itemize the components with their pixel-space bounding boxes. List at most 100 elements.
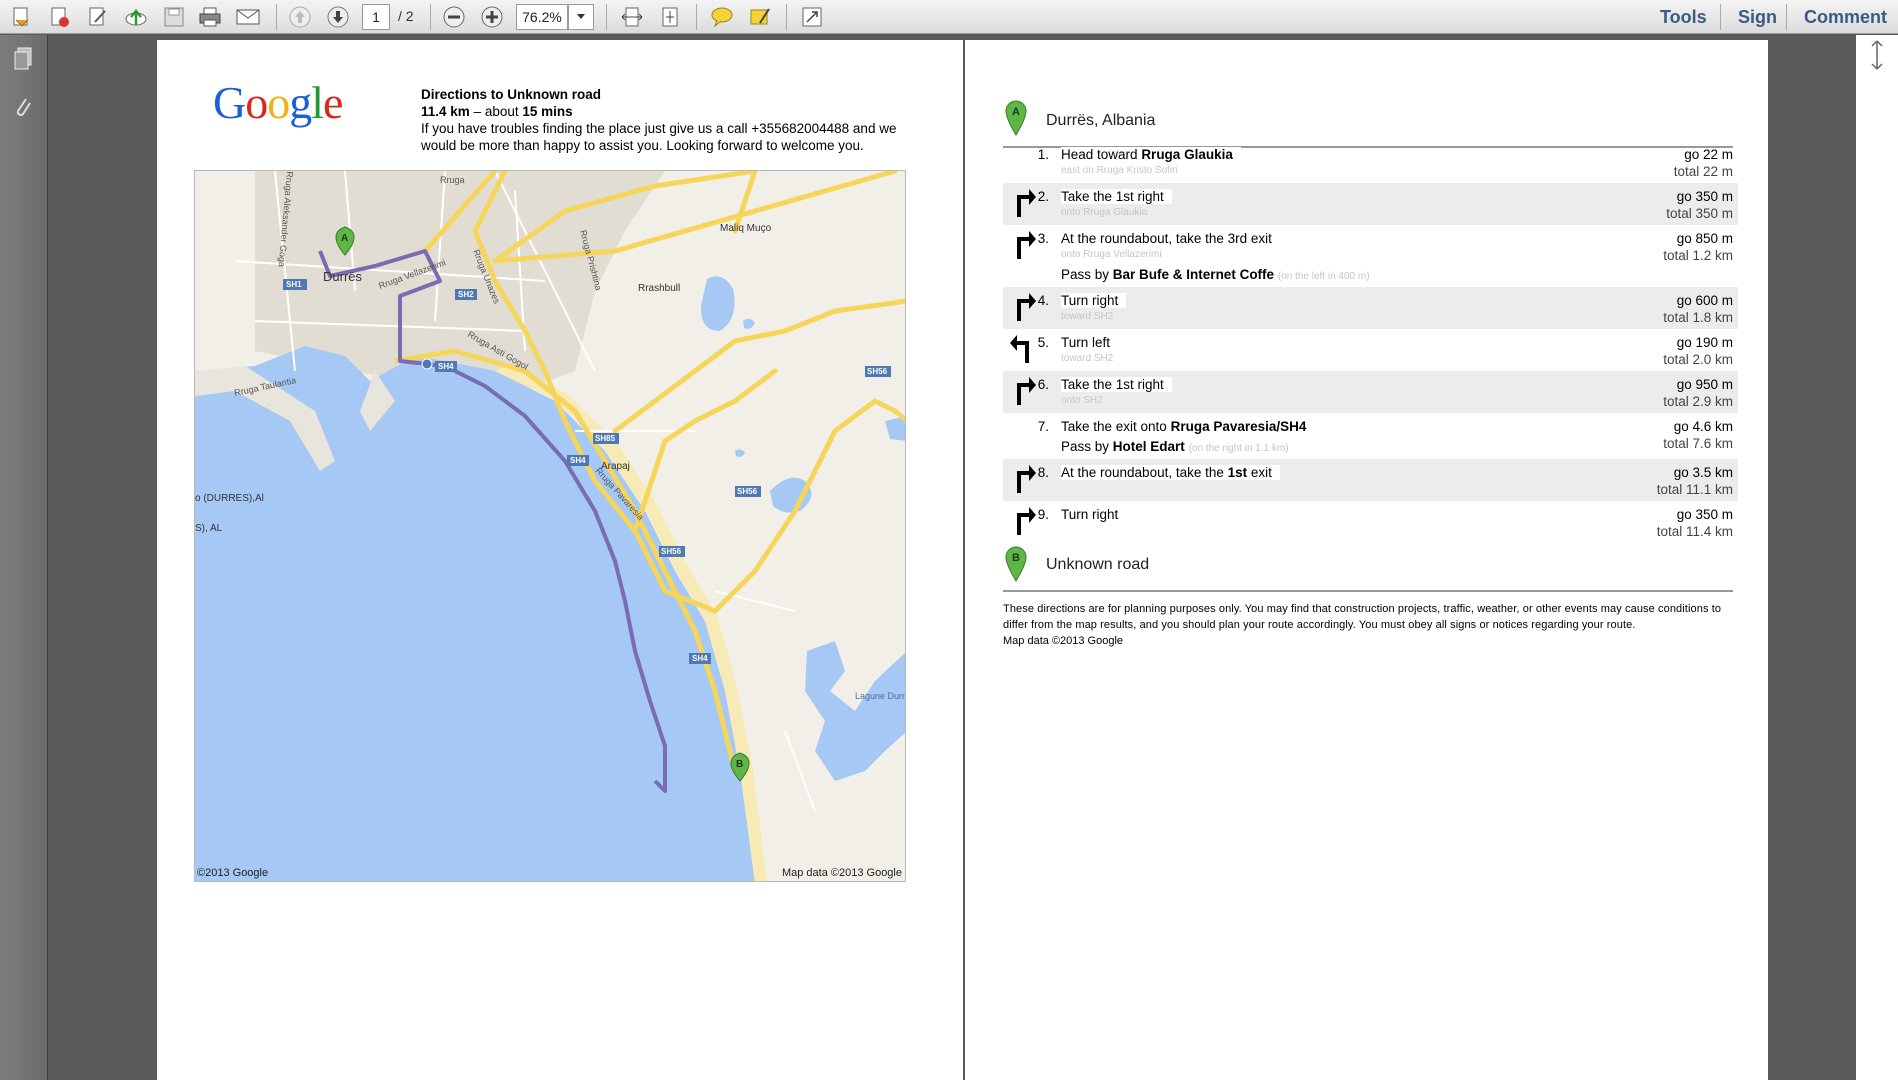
step-instruction: Take the 1st right	[1061, 189, 1172, 204]
step-road-name: Rruga Pavaresia/SH4	[1170, 419, 1307, 434]
sign-button[interactable]: Sign	[1738, 3, 1777, 31]
step-number: 7.	[1037, 419, 1049, 434]
page-total: / 2	[398, 8, 414, 24]
disclaimer-text: These directions are for planning purpos…	[1003, 603, 1722, 631]
previous-page-icon[interactable]	[286, 3, 314, 31]
step-instruction: Turn right	[1061, 507, 1127, 522]
fullscreen-icon[interactable]	[798, 3, 826, 31]
map-shield-sh2: SH2	[458, 290, 474, 299]
step-number: 9.	[1037, 507, 1049, 522]
step-instruction: Head toward Rruga Glaukia	[1061, 147, 1241, 162]
step-instruction: Take the 1st right	[1061, 377, 1172, 392]
route-summary: 11.4 km – about 15 mins	[421, 103, 911, 120]
comment-bubble-icon[interactable]	[708, 3, 736, 31]
step-instruction-text: Take the 1st right	[1061, 189, 1164, 204]
toolbar: 1 / 2 76.2% Tools Sign Comment	[0, 0, 1898, 34]
direction-step: 6. Take the 1st right onto SH2 go 950 m tota…	[1003, 371, 1738, 413]
step-instruction: At the roundabout, take the 3rd exit	[1061, 231, 1280, 246]
step-go-distance: go 850 m	[1676, 231, 1733, 246]
step-total-distance: total 11.4 km	[1656, 524, 1733, 539]
directions-header: Directions to Unknown road 11.4 km – abo…	[421, 86, 911, 154]
step-instruction: At the roundabout, take the 1st exit	[1061, 465, 1280, 480]
pass-by-note: (on the right in 1.1 km)	[1188, 443, 1289, 454]
save-icon[interactable]	[160, 3, 188, 31]
map-label-o-durres: o (DURRES),Al	[195, 493, 264, 504]
svg-text:B: B	[736, 759, 743, 770]
map-shield-sh85: SH85	[595, 434, 616, 443]
direction-step: 5. Turn left toward SH2 go 190 m total 2.0 k…	[1003, 329, 1738, 371]
zoom-dropdown-icon[interactable]	[568, 4, 594, 30]
google-logo: Google	[213, 77, 343, 128]
step-total-distance: total 22 m	[1673, 164, 1733, 179]
directions-steps: 1. Head toward Rruga Glaukia east on Rruga…	[1003, 141, 1738, 543]
map-label-rruga: Rruga	[440, 175, 465, 185]
document-page-2: A Durrës, Albania 1. Head toward Rruga Gl…	[965, 40, 1768, 1080]
svg-text:A: A	[341, 233, 348, 244]
print-icon[interactable]	[196, 3, 224, 31]
destination-row: B Unknown road	[1003, 544, 1733, 592]
step-subtext: onto Rruga Glaukia	[1061, 207, 1148, 218]
step-subtext: onto Rruga Vellazerimi	[1061, 249, 1162, 260]
map-label-rashbull: Rrashbull	[638, 283, 680, 294]
step-number: 4.	[1037, 293, 1049, 308]
step-instruction-text: Turn right	[1061, 507, 1119, 522]
step-instruction-text: At the roundabout, take the	[1061, 465, 1224, 480]
step-go-distance: go 4.6 km	[1673, 419, 1733, 434]
step-number: 3.	[1037, 231, 1049, 246]
direction-step: 7. Take the exit onto Rruga Pavaresia/SH4…	[1003, 413, 1738, 459]
step-instruction-text: Head toward	[1061, 147, 1138, 162]
tools-button[interactable]: Tools	[1660, 3, 1707, 31]
map-shield-sh56-c: SH56	[661, 547, 682, 556]
step-road-name: Rruga Glaukia	[1141, 147, 1233, 162]
step-road-name: 1st	[1227, 465, 1248, 480]
map-shield-sh4-c: SH4	[692, 654, 708, 663]
next-page-icon[interactable]	[324, 3, 352, 31]
pages-panel-icon[interactable]	[10, 45, 36, 73]
step-instruction-suffix: exit	[1250, 465, 1272, 480]
direction-step: 2. Take the 1st right onto Rruga Glaukia go…	[1003, 183, 1738, 225]
step-instruction: Take the exit onto Rruga Pavaresia/SH4	[1061, 419, 1315, 434]
step-instruction-text: At the roundabout, take the 3rd exit	[1061, 231, 1272, 246]
highlight-icon[interactable]	[746, 3, 774, 31]
step-instruction-text: Turn left	[1061, 335, 1111, 350]
comment-button[interactable]: Comment	[1804, 3, 1887, 31]
edit-document-icon[interactable]	[84, 3, 112, 31]
zoom-in-icon[interactable]	[478, 3, 506, 31]
step-go-distance: go 3.5 km	[1673, 465, 1733, 480]
attachments-paperclip-icon[interactable]	[10, 93, 36, 121]
step-total-distance: total 2.9 km	[1663, 394, 1733, 409]
map-shield-sh56-a: SH56	[867, 367, 888, 376]
route-map[interactable]: SH1 SH2 SH4 SH85 SH4 SH56 SH56 SH56 SH4 …	[194, 170, 906, 882]
directions-description: If you have troubles finding the place j…	[421, 121, 897, 153]
pass-by-label: Pass by	[1061, 267, 1110, 282]
map-shield-sh4-b: SH4	[570, 456, 586, 465]
map-label-durres: Durrës	[323, 269, 363, 284]
step-number: 2.	[1037, 189, 1049, 204]
expand-arrows-icon[interactable]	[1856, 35, 1898, 75]
direction-step: 1. Head toward Rruga Glaukia east on Rruga…	[1003, 141, 1738, 183]
zoom-level-input[interactable]: 76.2%	[516, 4, 568, 30]
zoom-out-icon[interactable]	[440, 3, 468, 31]
step-number: 6.	[1037, 377, 1049, 392]
email-icon[interactable]	[234, 3, 262, 31]
upload-cloud-icon[interactable]	[122, 3, 150, 31]
step-instruction-text: Turn right	[1061, 293, 1119, 308]
direction-step: 9. Turn right go 350 m total 11.4 km	[1003, 501, 1738, 543]
fit-width-icon[interactable]	[618, 3, 646, 31]
step-number: 1.	[1037, 147, 1049, 162]
page-number-input[interactable]: 1	[362, 4, 390, 30]
direction-step: 4. Turn right toward SH2 go 600 m total 1.8 …	[1003, 287, 1738, 329]
step-total-distance: total 1.8 km	[1663, 310, 1733, 325]
step-total-distance: total 1.2 km	[1663, 248, 1733, 263]
fit-page-icon[interactable]	[656, 3, 684, 31]
step-go-distance: go 350 m	[1676, 507, 1733, 522]
step-go-distance: go 950 m	[1676, 377, 1733, 392]
step-pass-by: Pass by Hotel Edart (on the right in 1.1…	[1061, 439, 1289, 454]
export-pdf-icon[interactable]	[46, 3, 74, 31]
document-page-1: Google Directions to Unknown road 11.4 k…	[157, 40, 963, 1080]
create-pdf-icon[interactable]	[8, 3, 36, 31]
step-total-distance: total 7.6 km	[1663, 436, 1733, 451]
step-pass-by: Pass by Bar Bufe & Internet Coffe (on th…	[1061, 267, 1370, 282]
map-shield-sh56-b: SH56	[737, 487, 758, 496]
step-go-distance: go 600 m	[1676, 293, 1733, 308]
